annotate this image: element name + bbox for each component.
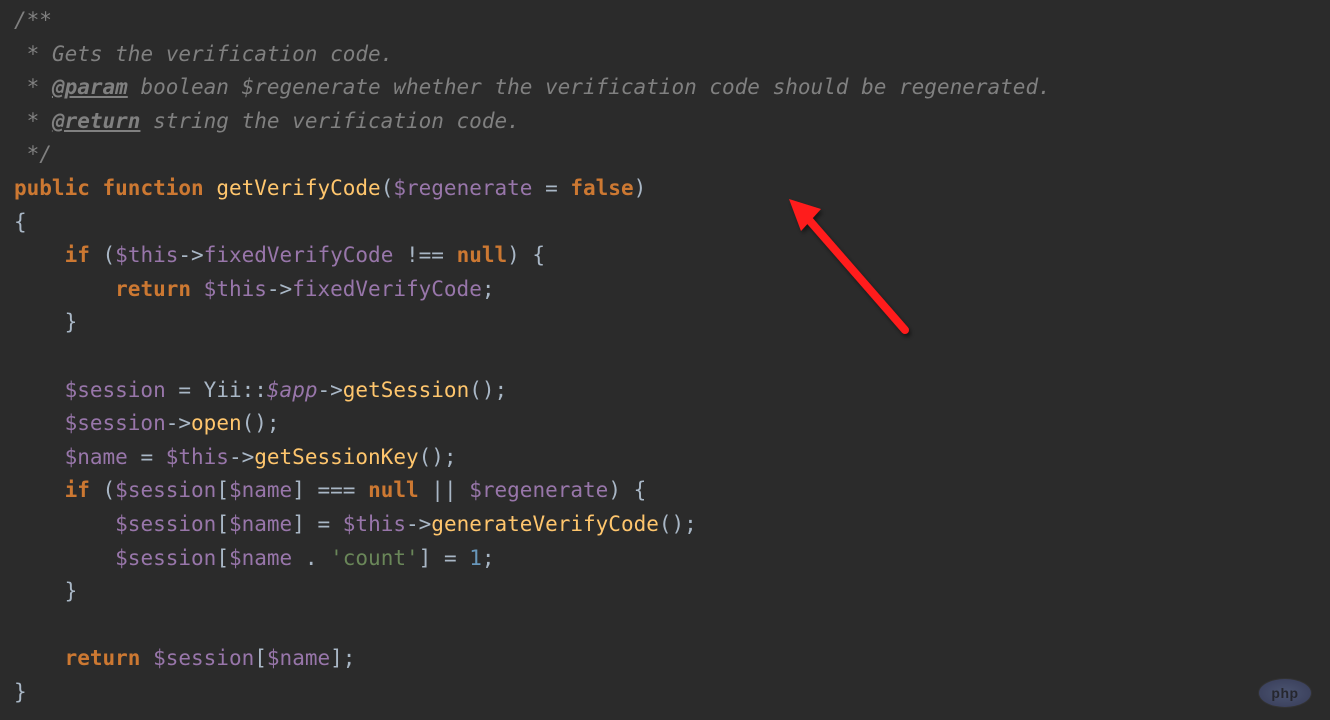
param-regenerate: $regenerate bbox=[393, 176, 532, 200]
php-watermark-icon: php bbox=[1258, 678, 1312, 708]
or-op: || bbox=[419, 478, 470, 502]
prop-fixedverifycode: fixedVerifyCode bbox=[292, 277, 482, 301]
brace-close: } bbox=[14, 680, 27, 704]
if-open: ( bbox=[90, 243, 115, 267]
null-keyword: null bbox=[457, 243, 508, 267]
bracket-open: [ bbox=[216, 546, 229, 570]
arrow-op: -> bbox=[166, 411, 191, 435]
if-close: ) { bbox=[608, 478, 646, 502]
bracket-close: ] bbox=[330, 646, 343, 670]
semicolon: ; bbox=[343, 646, 356, 670]
bracket-open: [ bbox=[216, 478, 229, 502]
php-logo-text: php bbox=[1258, 678, 1312, 708]
count-string: 'count' bbox=[330, 546, 419, 570]
bracket-open: [ bbox=[216, 512, 229, 536]
bracket-close: ] bbox=[419, 546, 432, 570]
doc-param-line: * @param boolean $regenerate whether the… bbox=[14, 75, 1051, 99]
session-var: $session bbox=[153, 646, 254, 670]
if-keyword: if bbox=[65, 478, 90, 502]
prop-fixedverifycode: fixedVerifyCode bbox=[204, 243, 394, 267]
generateverifycode-method: generateVerifyCode bbox=[431, 512, 659, 536]
doc-line: * Gets the verification code. bbox=[14, 42, 393, 66]
equals-op: = bbox=[305, 512, 343, 536]
return-keyword: return bbox=[115, 277, 191, 301]
brace-close: } bbox=[65, 579, 78, 603]
arrow-op: -> bbox=[317, 378, 342, 402]
arrow-op: -> bbox=[267, 277, 292, 301]
return-tag: @return bbox=[52, 109, 141, 133]
semicolon: ; bbox=[482, 546, 495, 570]
semicolon: ; bbox=[482, 277, 495, 301]
name-var: $name bbox=[65, 445, 128, 469]
if-keyword: if bbox=[65, 243, 90, 267]
this-var: $this bbox=[204, 277, 267, 301]
this-var: $this bbox=[166, 445, 229, 469]
arrow-op: -> bbox=[406, 512, 431, 536]
false-keyword: false bbox=[570, 176, 633, 200]
bracket-open: [ bbox=[254, 646, 267, 670]
call-parens: (); bbox=[659, 512, 697, 536]
name-var: $name bbox=[229, 478, 292, 502]
docblock-open: /** bbox=[14, 8, 52, 32]
paren-open: ( bbox=[381, 176, 394, 200]
session-var: $session bbox=[115, 512, 216, 536]
getsession-method: getSession bbox=[343, 378, 469, 402]
call-parens: (); bbox=[419, 445, 457, 469]
doc-return-line: * @return string the verification code. bbox=[14, 109, 520, 133]
session-var: $session bbox=[115, 546, 216, 570]
equals-op: = bbox=[532, 176, 570, 200]
neq-op: !== bbox=[393, 243, 456, 267]
equals-op: = bbox=[431, 546, 469, 570]
paren-close: ) bbox=[634, 176, 647, 200]
call-parens: (); bbox=[469, 378, 507, 402]
session-var: $session bbox=[65, 411, 166, 435]
public-keyword: public bbox=[14, 176, 90, 200]
name-var: $name bbox=[229, 546, 292, 570]
scope-op: :: bbox=[242, 378, 267, 402]
function-name: getVerifyCode bbox=[216, 176, 380, 200]
app-static: $app bbox=[267, 378, 318, 402]
equals-op: = bbox=[128, 445, 166, 469]
concat-op: . bbox=[292, 546, 330, 570]
getsessionkey-method: getSessionKey bbox=[254, 445, 418, 469]
this-var: $this bbox=[343, 512, 406, 536]
open-method: open bbox=[191, 411, 242, 435]
arrow-op: -> bbox=[229, 445, 254, 469]
eqeq-op: === bbox=[305, 478, 368, 502]
yii-class: Yii bbox=[204, 378, 242, 402]
session-var: $session bbox=[115, 478, 216, 502]
name-var: $name bbox=[267, 646, 330, 670]
equals-op: = bbox=[166, 378, 204, 402]
this-var: $this bbox=[115, 243, 178, 267]
null-keyword: null bbox=[368, 478, 419, 502]
bracket-close: ] bbox=[292, 478, 305, 502]
name-var: $name bbox=[229, 512, 292, 536]
bracket-close: ] bbox=[292, 512, 305, 536]
return-keyword: return bbox=[65, 646, 141, 670]
if-open: ( bbox=[90, 478, 115, 502]
if-close: ) { bbox=[507, 243, 545, 267]
arrow-op: -> bbox=[178, 243, 203, 267]
brace-close: } bbox=[65, 310, 78, 334]
code-block: /** * Gets the verification code. * @par… bbox=[14, 4, 1316, 709]
call-parens: (); bbox=[242, 411, 280, 435]
docblock-close: */ bbox=[14, 142, 52, 166]
brace-open: { bbox=[14, 210, 27, 234]
param-tag: @param bbox=[52, 75, 128, 99]
number-one: 1 bbox=[469, 546, 482, 570]
function-keyword: function bbox=[103, 176, 204, 200]
session-var: $session bbox=[65, 378, 166, 402]
regenerate-var: $regenerate bbox=[469, 478, 608, 502]
